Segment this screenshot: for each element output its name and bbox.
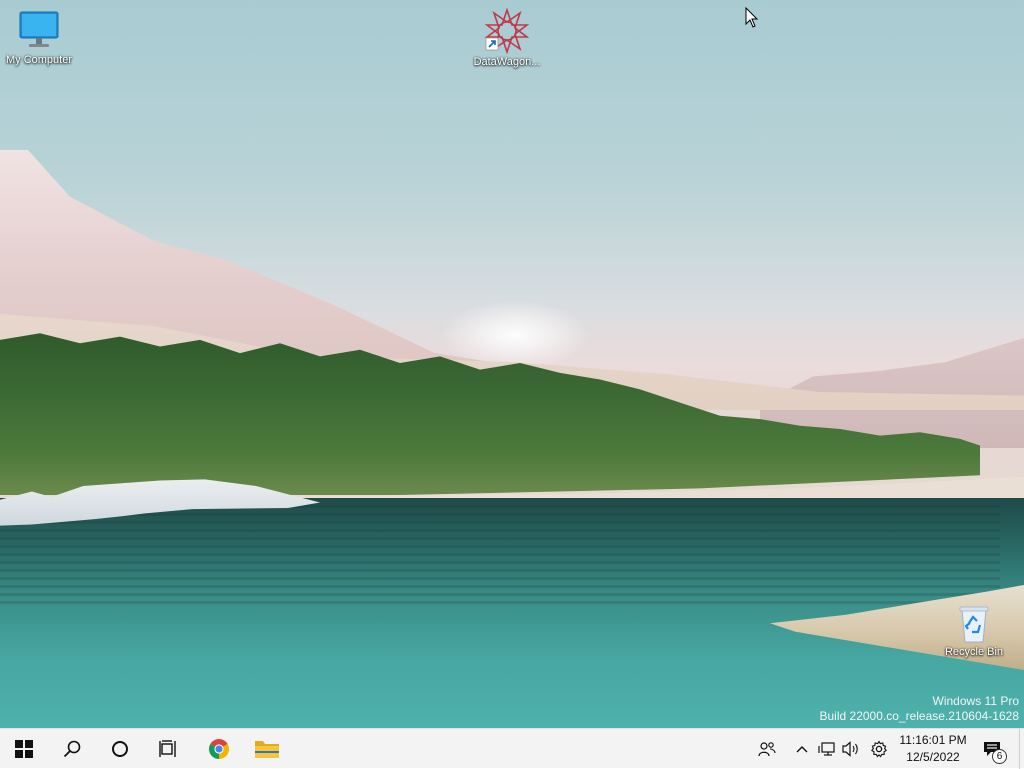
chevron-up-icon bbox=[796, 746, 808, 753]
show-desktop-button[interactable] bbox=[1019, 729, 1024, 769]
desktop-icon-my-computer[interactable]: My Computer bbox=[0, 10, 84, 66]
datawagon-app-icon bbox=[484, 8, 530, 54]
clock-time: 11:16:01 PM bbox=[899, 733, 967, 747]
windows-logo-icon bbox=[15, 740, 33, 758]
mouse-cursor-icon bbox=[745, 7, 759, 28]
watermark-edition: Windows 11 Pro bbox=[932, 694, 1019, 708]
show-hidden-icons-button[interactable] bbox=[793, 729, 811, 769]
search-button[interactable] bbox=[48, 729, 96, 769]
network-button[interactable] bbox=[816, 729, 838, 769]
lake-reflection bbox=[0, 505, 1000, 605]
recycle-bin-icon bbox=[959, 606, 989, 643]
folder-icon bbox=[255, 741, 279, 758]
clock-date: 12/5/2022 bbox=[906, 750, 960, 764]
volume-icon bbox=[842, 741, 858, 757]
settings-button[interactable] bbox=[868, 729, 890, 769]
people-icon bbox=[758, 742, 776, 757]
taskbar: 11:16:01 PM 12/5/2022 6 bbox=[0, 728, 1024, 769]
network-icon bbox=[818, 742, 835, 756]
cortana-circle-icon bbox=[112, 741, 128, 757]
chrome-taskbar-button[interactable] bbox=[195, 729, 243, 769]
task-view-icon bbox=[159, 740, 176, 757]
notification-count-badge: 6 bbox=[992, 749, 1007, 764]
desktop-icon-label: Recycle Bin bbox=[944, 646, 1004, 658]
start-button[interactable] bbox=[0, 729, 48, 769]
windows-watermark: Windows 11 Pro Build 22000.co_release.21… bbox=[820, 694, 1020, 724]
settings-gear-icon bbox=[870, 740, 888, 758]
task-view-button[interactable] bbox=[144, 729, 192, 769]
taskbar-clock[interactable]: 11:16:01 PM 12/5/2022 bbox=[895, 732, 971, 766]
watermark-build: Build 22000.co_release.210604-1628 bbox=[819, 709, 1020, 723]
desktop-icon-label: DataWagon... bbox=[473, 56, 541, 68]
desktop-icon-label: My Computer bbox=[5, 54, 73, 66]
chrome-icon bbox=[209, 739, 229, 759]
desktop-icon-recycle-bin[interactable]: Recycle Bin bbox=[929, 604, 1019, 658]
people-button[interactable] bbox=[756, 729, 778, 769]
desktop-background: My Computer DataWagon... Recycle Bin Win… bbox=[0, 0, 1024, 728]
monitor-icon bbox=[19, 11, 59, 47]
volume-button[interactable] bbox=[840, 729, 862, 769]
cortana-button[interactable] bbox=[96, 729, 144, 769]
file-explorer-taskbar-button[interactable] bbox=[243, 729, 291, 769]
desktop-icon-datawagon[interactable]: DataWagon... bbox=[462, 8, 552, 68]
search-icon bbox=[63, 740, 81, 758]
